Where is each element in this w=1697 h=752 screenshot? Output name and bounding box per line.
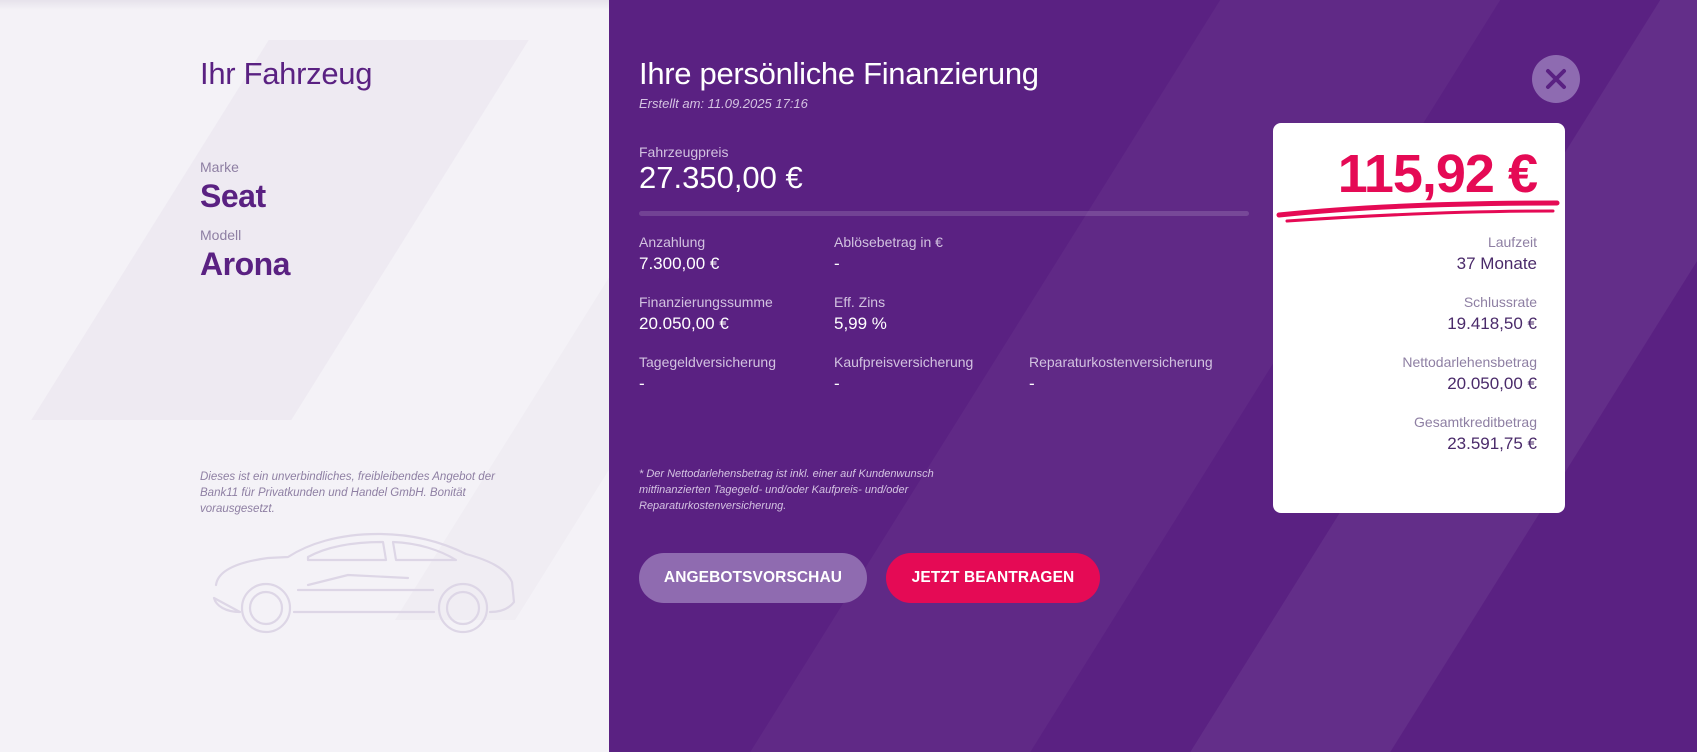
close-button[interactable] (1532, 55, 1580, 103)
vehicle-panel: Ihr Fahrzeug Marke Seat Modell Arona Die… (0, 0, 609, 752)
daily-insurance-label: Tagegeldversicherung (639, 354, 776, 370)
purchase-insurance-label: Kaufpreisversicherung (834, 354, 974, 370)
purchase-insurance-value: - (834, 374, 840, 393)
created-date: Erstellt am: 11.09.2025 17:16 (639, 96, 808, 111)
repair-insurance-value: - (1029, 374, 1035, 393)
interest-value: 5,99 % (834, 314, 887, 333)
total-credit-value: 23.591,75 € (1447, 434, 1537, 453)
monthly-rate: 115,92 € (1337, 144, 1538, 204)
offer-preview-button[interactable]: ANGEBOTSVORSCHAU (639, 553, 867, 603)
offer-disclaimer: Dieses ist ein unverbindliches, freiblei… (200, 471, 495, 515)
rate-underline (1276, 200, 1560, 223)
financing-sum-label: Finanzierungssumme (639, 294, 773, 310)
financing-panel: Ihre persönliche Finanzierung Erstellt a… (609, 0, 1697, 752)
total-credit-label: Gesamtkreditbetrag (1414, 414, 1537, 430)
repair-insurance-label: Reparaturkostenversicherung (1029, 354, 1213, 370)
price-value: 27.350,00 € (639, 160, 803, 195)
model-value: Arona (200, 246, 290, 282)
divider (639, 211, 1249, 216)
final-rate-label: Schlussrate (1463, 294, 1537, 310)
interest-label: Eff. Zins (834, 294, 886, 310)
brand-value: Seat (200, 178, 266, 214)
footnote: * Der Nettodarlehensbetrag ist inkl. ein… (639, 468, 934, 512)
car-outline-icon (212, 532, 516, 634)
net-loan-value: 20.050,00 € (1447, 374, 1537, 393)
term-value: 37 Monate (1456, 254, 1537, 273)
payoff-value: - (834, 254, 840, 273)
financing-title: Ihre persönliche Finanzierung (639, 56, 1039, 91)
price-label: Fahrzeugpreis (639, 144, 729, 160)
vehicle-title: Ihr Fahrzeug (200, 56, 373, 91)
daily-insurance-value: - (639, 374, 645, 393)
down-payment-label: Anzahlung (639, 234, 706, 250)
rate-card: 115,92 € Laufzeit 37 Monate Schlussrate … (1273, 123, 1565, 513)
payoff-label: Ablösebetrag in € (834, 234, 943, 250)
decor-stripe (31, 40, 529, 420)
down-payment-value: 7.300,00 € (639, 254, 720, 273)
model-label: Modell (200, 227, 242, 243)
final-rate-value: 19.418,50 € (1447, 314, 1537, 333)
net-loan-label: Nettodarlehensbetrag (1402, 354, 1537, 370)
top-shadow (0, 0, 609, 10)
financing-sum-value: 20.050,00 € (639, 314, 729, 333)
apply-now-button[interactable]: JETZT BEANTRAGEN (886, 553, 1100, 603)
term-label: Laufzeit (1487, 234, 1537, 250)
brand-label: Marke (200, 159, 239, 175)
close-icon (1546, 69, 1566, 89)
